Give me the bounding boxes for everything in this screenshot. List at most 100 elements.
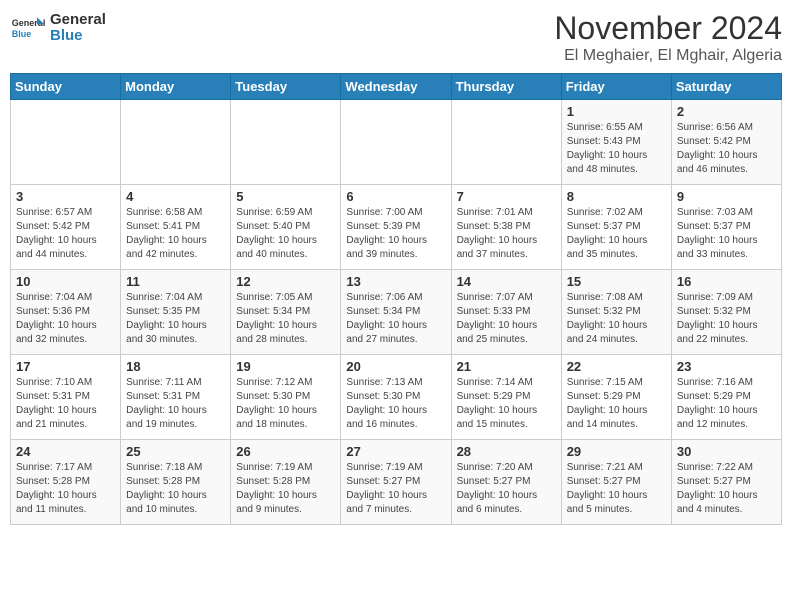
day-info: Sunrise: 6:57 AM Sunset: 5:42 PM Dayligh… <box>16 206 115 262</box>
day-number: 4 <box>126 189 225 204</box>
day-info: Sunrise: 7:04 AM Sunset: 5:35 PM Dayligh… <box>126 291 225 347</box>
day-number: 2 <box>677 104 776 119</box>
svg-text:Blue: Blue <box>12 29 32 39</box>
calendar-cell <box>341 100 451 185</box>
day-number: 15 <box>567 274 666 289</box>
day-info: Sunrise: 7:19 AM Sunset: 5:27 PM Dayligh… <box>346 461 445 517</box>
calendar-week-4: 17 Sunrise: 7:10 AM Sunset: 5:31 PM Dayli… <box>11 355 782 440</box>
calendar-cell: 4 Sunrise: 6:58 AM Sunset: 5:41 PM Daylig… <box>121 185 231 270</box>
day-number: 1 <box>567 104 666 119</box>
calendar-cell <box>231 100 341 185</box>
day-number: 8 <box>567 189 666 204</box>
calendar-cell: 22 Sunrise: 7:15 AM Sunset: 5:29 PM Dayli… <box>561 355 671 440</box>
location-title: El Meghaier, El Mghair, Algeria <box>554 47 782 65</box>
weekday-header-tuesday: Tuesday <box>231 74 341 100</box>
day-info: Sunrise: 7:13 AM Sunset: 5:30 PM Dayligh… <box>346 376 445 432</box>
calendar-cell: 7 Sunrise: 7:01 AM Sunset: 5:38 PM Daylig… <box>451 185 561 270</box>
calendar-cell: 1 Sunrise: 6:55 AM Sunset: 5:43 PM Daylig… <box>561 100 671 185</box>
calendar-cell: 30Sunrise: 7:22 AM Sunset: 5:27 PM Dayli… <box>671 440 781 525</box>
day-info: Sunrise: 7:20 AM Sunset: 5:27 PM Dayligh… <box>457 461 556 517</box>
day-number: 18 <box>126 359 225 374</box>
calendar-cell <box>451 100 561 185</box>
page-header: General Blue General Blue November 2024 … <box>10 10 782 65</box>
day-number: 13 <box>346 274 445 289</box>
calendar-week-5: 24 Sunrise: 7:17 AM Sunset: 5:28 PM Dayli… <box>11 440 782 525</box>
calendar-cell: 21 Sunrise: 7:14 AM Sunset: 5:29 PM Dayli… <box>451 355 561 440</box>
logo-icon: General Blue <box>10 10 46 46</box>
day-number: 10 <box>16 274 115 289</box>
calendar-cell: 9 Sunrise: 7:03 AM Sunset: 5:37 PM Daylig… <box>671 185 781 270</box>
day-info: Sunrise: 7:00 AM Sunset: 5:39 PM Dayligh… <box>346 206 445 262</box>
calendar-cell: 13 Sunrise: 7:06 AM Sunset: 5:34 PM Dayli… <box>341 270 451 355</box>
calendar-cell: 24 Sunrise: 7:17 AM Sunset: 5:28 PM Dayli… <box>11 440 121 525</box>
calendar-cell: 25 Sunrise: 7:18 AM Sunset: 5:28 PM Dayli… <box>121 440 231 525</box>
logo-blue-text: Blue <box>50 28 106 45</box>
day-number: 27 <box>346 444 445 459</box>
day-info: Sunrise: 7:07 AM Sunset: 5:33 PM Dayligh… <box>457 291 556 347</box>
day-info: Sunrise: 7:17 AM Sunset: 5:28 PM Dayligh… <box>16 461 115 517</box>
calendar-cell: 17 Sunrise: 7:10 AM Sunset: 5:31 PM Dayli… <box>11 355 121 440</box>
weekday-header-row: SundayMondayTuesdayWednesdayThursdayFrid… <box>11 74 782 100</box>
day-number: 22 <box>567 359 666 374</box>
weekday-header-sunday: Sunday <box>11 74 121 100</box>
day-number: 23 <box>677 359 776 374</box>
day-number: 3 <box>16 189 115 204</box>
weekday-header-thursday: Thursday <box>451 74 561 100</box>
day-number: 24 <box>16 444 115 459</box>
day-number: 29 <box>567 444 666 459</box>
title-area: November 2024 El Meghaier, El Mghair, Al… <box>554 10 782 65</box>
day-info: Sunrise: 7:01 AM Sunset: 5:38 PM Dayligh… <box>457 206 556 262</box>
month-title: November 2024 <box>554 10 782 47</box>
calendar-body: 1 Sunrise: 6:55 AM Sunset: 5:43 PM Daylig… <box>11 100 782 525</box>
day-info: Sunrise: 7:11 AM Sunset: 5:31 PM Dayligh… <box>126 376 225 432</box>
calendar-cell: 3 Sunrise: 6:57 AM Sunset: 5:42 PM Daylig… <box>11 185 121 270</box>
calendar-week-2: 3 Sunrise: 6:57 AM Sunset: 5:42 PM Daylig… <box>11 185 782 270</box>
day-info: Sunrise: 7:19 AM Sunset: 5:28 PM Dayligh… <box>236 461 335 517</box>
calendar-cell: 14 Sunrise: 7:07 AM Sunset: 5:33 PM Dayli… <box>451 270 561 355</box>
day-info: Sunrise: 7:03 AM Sunset: 5:37 PM Dayligh… <box>677 206 776 262</box>
day-number: 21 <box>457 359 556 374</box>
day-info: Sunrise: 6:58 AM Sunset: 5:41 PM Dayligh… <box>126 206 225 262</box>
calendar-cell: 15Sunrise: 7:08 AM Sunset: 5:32 PM Dayli… <box>561 270 671 355</box>
day-info: Sunrise: 7:09 AM Sunset: 5:32 PM Dayligh… <box>677 291 776 347</box>
day-number: 26 <box>236 444 335 459</box>
calendar-cell: 10Sunrise: 7:04 AM Sunset: 5:36 PM Dayli… <box>11 270 121 355</box>
day-info: Sunrise: 7:15 AM Sunset: 5:29 PM Dayligh… <box>567 376 666 432</box>
calendar-cell: 2Sunrise: 6:56 AM Sunset: 5:42 PM Daylig… <box>671 100 781 185</box>
calendar-cell: 18 Sunrise: 7:11 AM Sunset: 5:31 PM Dayli… <box>121 355 231 440</box>
weekday-header-monday: Monday <box>121 74 231 100</box>
day-info: Sunrise: 7:16 AM Sunset: 5:29 PM Dayligh… <box>677 376 776 432</box>
calendar-week-1: 1 Sunrise: 6:55 AM Sunset: 5:43 PM Daylig… <box>11 100 782 185</box>
day-info: Sunrise: 7:06 AM Sunset: 5:34 PM Dayligh… <box>346 291 445 347</box>
calendar-cell: 6Sunrise: 7:00 AM Sunset: 5:39 PM Daylig… <box>341 185 451 270</box>
calendar-cell: 23 Sunrise: 7:16 AM Sunset: 5:29 PM Dayli… <box>671 355 781 440</box>
calendar-cell: 28 Sunrise: 7:20 AM Sunset: 5:27 PM Dayli… <box>451 440 561 525</box>
day-info: Sunrise: 7:14 AM Sunset: 5:29 PM Dayligh… <box>457 376 556 432</box>
day-number: 19 <box>236 359 335 374</box>
day-number: 14 <box>457 274 556 289</box>
day-info: Sunrise: 6:59 AM Sunset: 5:40 PM Dayligh… <box>236 206 335 262</box>
calendar-cell: 16Sunrise: 7:09 AM Sunset: 5:32 PM Dayli… <box>671 270 781 355</box>
day-info: Sunrise: 7:22 AM Sunset: 5:27 PM Dayligh… <box>677 461 776 517</box>
calendar-cell: 20Sunrise: 7:13 AM Sunset: 5:30 PM Dayli… <box>341 355 451 440</box>
calendar-cell: 8Sunrise: 7:02 AM Sunset: 5:37 PM Daylig… <box>561 185 671 270</box>
calendar-cell: 5Sunrise: 6:59 AM Sunset: 5:40 PM Daylig… <box>231 185 341 270</box>
calendar-cell: 19 Sunrise: 7:12 AM Sunset: 5:30 PM Dayli… <box>231 355 341 440</box>
day-info: Sunrise: 7:12 AM Sunset: 5:30 PM Dayligh… <box>236 376 335 432</box>
weekday-header-wednesday: Wednesday <box>341 74 451 100</box>
weekday-header-friday: Friday <box>561 74 671 100</box>
logo: General Blue General Blue <box>10 10 106 46</box>
day-number: 25 <box>126 444 225 459</box>
calendar-cell <box>11 100 121 185</box>
day-info: Sunrise: 7:18 AM Sunset: 5:28 PM Dayligh… <box>126 461 225 517</box>
day-number: 28 <box>457 444 556 459</box>
calendar-cell: 26 Sunrise: 7:19 AM Sunset: 5:28 PM Dayli… <box>231 440 341 525</box>
day-info: Sunrise: 6:55 AM Sunset: 5:43 PM Dayligh… <box>567 121 666 177</box>
calendar-table: SundayMondayTuesdayWednesdayThursdayFrid… <box>10 73 782 525</box>
day-info: Sunrise: 7:10 AM Sunset: 5:31 PM Dayligh… <box>16 376 115 432</box>
calendar-cell: 29Sunrise: 7:21 AM Sunset: 5:27 PM Dayli… <box>561 440 671 525</box>
day-number: 7 <box>457 189 556 204</box>
day-number: 17 <box>16 359 115 374</box>
day-info: Sunrise: 7:05 AM Sunset: 5:34 PM Dayligh… <box>236 291 335 347</box>
day-number: 9 <box>677 189 776 204</box>
